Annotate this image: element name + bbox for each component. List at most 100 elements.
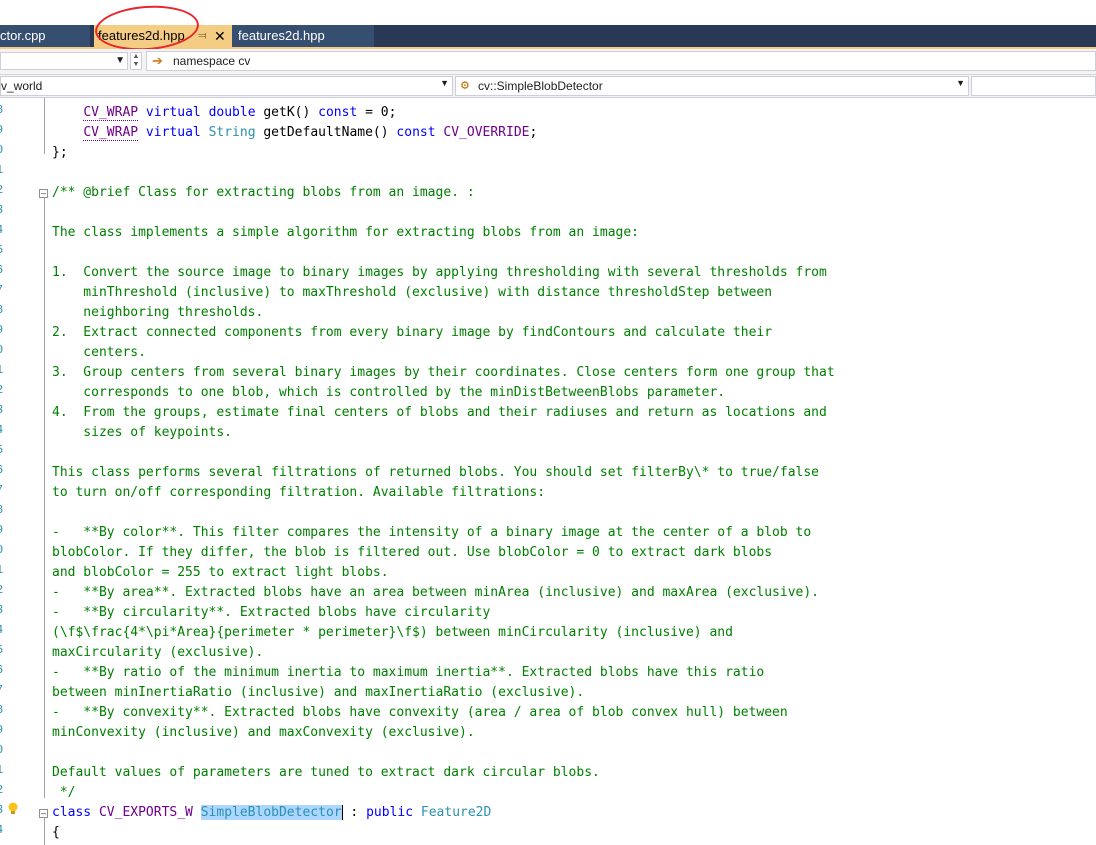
- namespace-label: namespace cv: [173, 54, 251, 68]
- comment-line: */: [52, 785, 76, 800]
- comment-line: The class implements a simple algorithm …: [52, 225, 639, 240]
- outline-guide: [44, 98, 45, 154]
- collapse-icon[interactable]: –: [39, 809, 48, 818]
- type-scope-dropdown[interactable]: ⚙ cv::SimpleBlobDetector ▼: [455, 76, 969, 96]
- code-line-open-brace: {: [52, 825, 60, 840]
- comment-line: blobColor. If they differ, the blob is f…: [52, 545, 773, 560]
- line-number-gutter: 890123456789012345678901234567890123456: [0, 98, 9, 845]
- comment-line: centers.: [52, 345, 146, 360]
- comment-line: 2. Extract connected components from eve…: [52, 325, 773, 340]
- chevron-down-icon: ▼: [440, 78, 449, 88]
- line-number: 6: [0, 663, 3, 677]
- line-number: 1: [0, 363, 3, 377]
- chevron-down-icon: ▼: [115, 55, 125, 66]
- comment-line: 4. From the groups, estimate final cente…: [52, 405, 827, 420]
- line-number: 8: [0, 503, 3, 517]
- line-number: 8: [0, 703, 3, 717]
- line-number: 0: [0, 143, 3, 157]
- comment-line: (\f$\frac{4*\pi*Area}{perimeter * perime…: [52, 625, 733, 640]
- line-number: 0: [0, 343, 3, 357]
- chevron-down-icon: ▼: [956, 78, 965, 88]
- navigation-bar: v_world ▼ ⚙ cv::SimpleBlobDetector ▼: [0, 75, 1096, 98]
- close-icon[interactable]: ✕: [214, 25, 226, 47]
- line-number: 5: [0, 643, 3, 657]
- comment-line: This class performs several filtrations …: [52, 465, 820, 480]
- comment-line: - **By area**. Extracted blobs have an a…: [52, 585, 820, 600]
- comment-line: corresponds to one blob, which is contro…: [52, 385, 726, 400]
- comment-line: and blobColor = 255 to extract light blo…: [52, 565, 389, 580]
- comment-line: between minInertiaRatio (inclusive) and …: [52, 685, 585, 700]
- collapse-icon[interactable]: –: [39, 189, 48, 198]
- comment-line: to turn on/off corresponding filtration.…: [52, 485, 546, 500]
- comment-line: maxCircularity (exclusive).: [52, 645, 264, 660]
- selected-identifier: SimpleBlobDetector: [200, 805, 342, 820]
- line-number: 6: [0, 463, 3, 477]
- line-number: 7: [0, 283, 3, 297]
- line-number: 9: [0, 123, 3, 137]
- line-number: 4: [0, 223, 3, 237]
- code-editor[interactable]: 890123456789012345678901234567890123456 …: [0, 98, 1096, 845]
- tab-label: ctor.cpp: [0, 28, 46, 43]
- comment-line: /** @brief Class for extracting blobs fr…: [52, 185, 475, 200]
- type-scope-value: cv::SimpleBlobDetector: [478, 79, 603, 93]
- line-number: 5: [0, 443, 3, 457]
- namespace-breadcrumb[interactable]: ➔ namespace cv: [146, 51, 1096, 71]
- line-number: 8: [0, 303, 3, 317]
- line-number: 9: [0, 523, 3, 537]
- tab-features2d-hpp-active[interactable]: features2d.hpp ⫤ ✕: [94, 25, 232, 47]
- line-number: 3: [0, 203, 3, 217]
- comment-line: sizes of keypoints.: [52, 425, 233, 440]
- project-dropdown[interactable]: v_world ▼: [0, 76, 453, 96]
- line-number: 3: [0, 803, 3, 817]
- line-number: 4: [0, 623, 3, 637]
- file-scope-dropdown[interactable]: ▼: [0, 52, 128, 70]
- line-number: 9: [0, 323, 3, 337]
- tab-detector-cpp[interactable]: ctor.cpp: [0, 25, 90, 47]
- pin-icon[interactable]: ⫤: [198, 25, 206, 47]
- line-number: 1: [0, 163, 3, 177]
- line-number: 7: [0, 483, 3, 497]
- code-line-close-brace: };: [52, 145, 68, 160]
- tab-features2d-hpp[interactable]: features2d.hpp: [232, 25, 374, 47]
- scope-icon: ⚙: [460, 80, 470, 92]
- line-number: 2: [0, 383, 3, 397]
- comment-line: - **By convexity**. Extracted blobs have…: [52, 705, 788, 720]
- scope-spinner[interactable]: ▲ ▼: [130, 52, 142, 70]
- member-dropdown[interactable]: [971, 76, 1096, 96]
- line-number: 2: [0, 783, 3, 797]
- navigation-bar-top: ▼ ▲ ▼ ➔ namespace cv: [0, 49, 1096, 75]
- line-number: 0: [0, 543, 3, 557]
- comment-line: minThreshold (inclusive) to maxThreshold…: [52, 285, 773, 300]
- line-number: 1: [0, 763, 3, 777]
- tab-label: features2d.hpp: [98, 28, 185, 43]
- document-tab-bar: ctor.cpp features2d.hpp ⫤ ✕ features2d.h…: [0, 25, 1096, 49]
- code-line-getK: CV_WRAP virtual double getK() const = 0;: [83, 105, 397, 121]
- line-number: 9: [0, 723, 3, 737]
- line-number: 3: [0, 603, 3, 617]
- line-number: 0: [0, 743, 3, 757]
- comment-line: 3. Group centers from several binary ima…: [52, 365, 835, 380]
- comment-line: 1. Convert the source image to binary im…: [52, 265, 827, 280]
- line-number: 8: [0, 103, 3, 117]
- line-number: 1: [0, 563, 3, 577]
- outline-guide: [44, 198, 45, 798]
- line-number: 3: [0, 403, 3, 417]
- line-number: 4: [0, 823, 3, 837]
- top-strip: [0, 0, 1096, 25]
- project-dropdown-value: v_world: [1, 79, 43, 93]
- comment-line: - **By circularity**. Extracted blobs ha…: [52, 605, 491, 620]
- line-number: 2: [0, 183, 3, 197]
- tab-label: features2d.hpp: [238, 28, 325, 43]
- line-number: 6: [0, 263, 3, 277]
- line-number: 4: [0, 423, 3, 437]
- line-number: 7: [0, 683, 3, 697]
- comment-line: neighboring thresholds.: [52, 305, 264, 320]
- comment-line: - **By ratio of the minimum inertia to m…: [52, 665, 765, 680]
- code-line-class-decl: class CV_EXPORTS_W SimpleBlobDetector : …: [52, 805, 492, 820]
- comment-line: Default values of parameters are tuned t…: [52, 765, 600, 780]
- lightbulb-icon[interactable]: [7, 802, 19, 816]
- outline-guide: [44, 818, 45, 845]
- line-number: 5: [0, 243, 3, 257]
- line-number: 2: [0, 583, 3, 597]
- arrow-right-icon: ➔: [152, 53, 163, 68]
